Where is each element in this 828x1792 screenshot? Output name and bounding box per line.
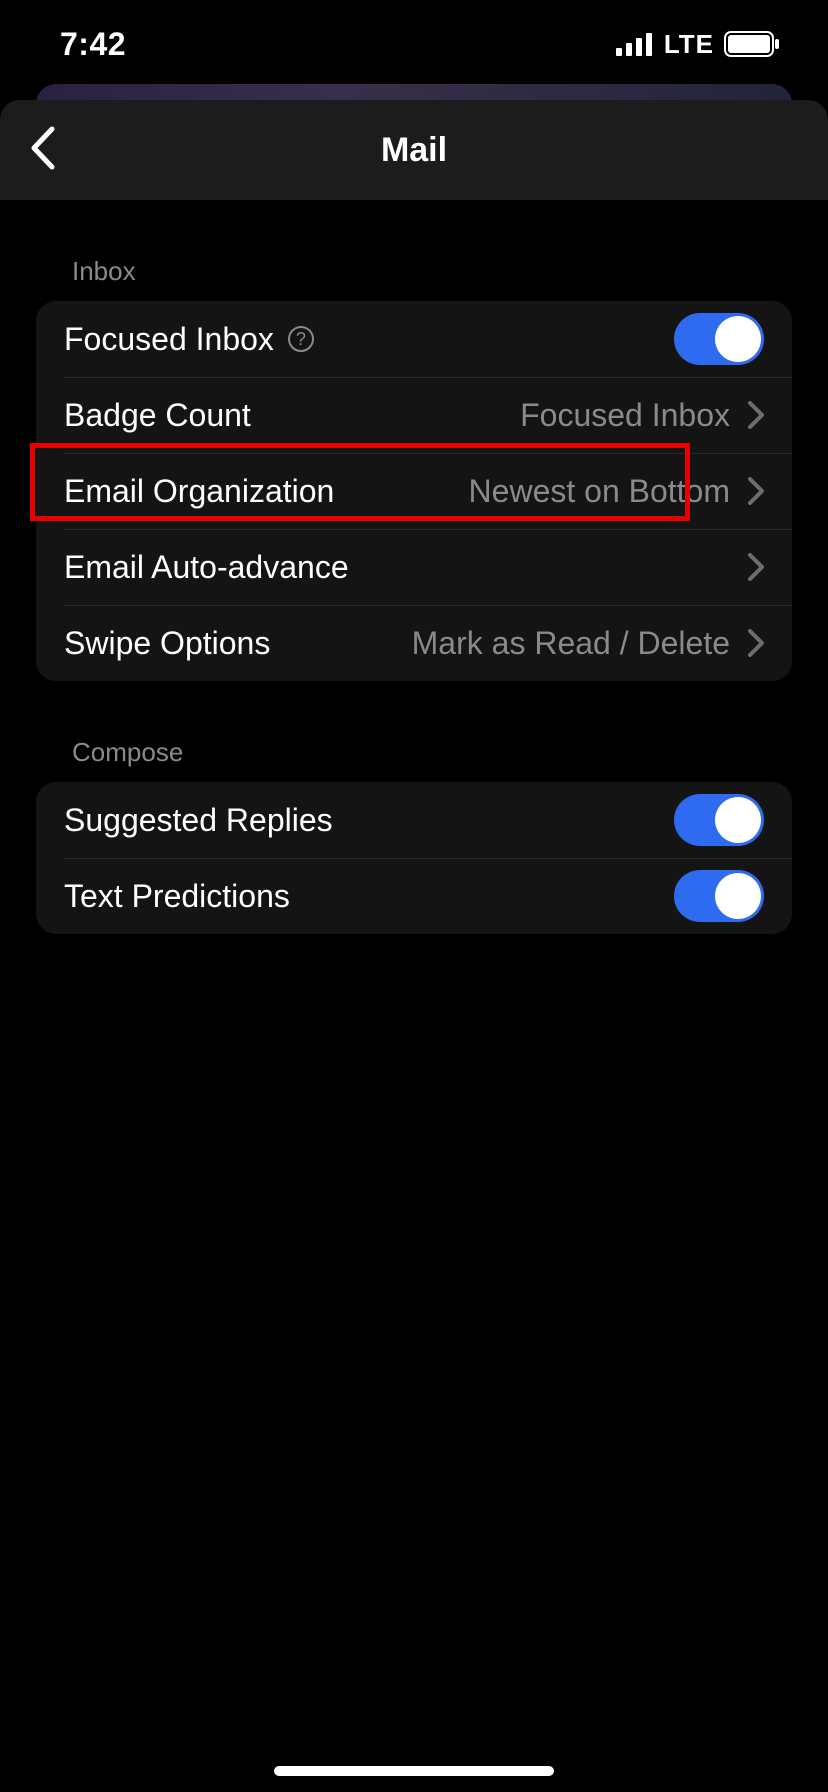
page-title: Mail: [0, 131, 828, 170]
chevron-left-icon: [28, 125, 58, 171]
email-organization-row[interactable]: Email Organization Newest on Bottom: [36, 453, 792, 529]
text-predictions-label: Text Predictions: [64, 878, 290, 915]
section-header-compose: Compose: [72, 737, 828, 768]
focused-inbox-toggle[interactable]: [674, 313, 764, 365]
focused-inbox-row[interactable]: Focused Inbox ?: [36, 301, 792, 377]
email-auto-advance-label: Email Auto-advance: [64, 549, 349, 586]
badge-count-value: Focused Inbox: [520, 397, 730, 434]
status-indicators: LTE: [616, 29, 780, 60]
cellular-icon: [616, 32, 654, 56]
email-organization-label: Email Organization: [64, 473, 334, 510]
email-auto-advance-row[interactable]: Email Auto-advance: [36, 529, 792, 605]
chevron-right-icon: [748, 629, 764, 657]
text-predictions-toggle[interactable]: [674, 870, 764, 922]
network-label: LTE: [664, 29, 714, 60]
header-bar: Mail: [0, 100, 828, 200]
email-organization-value: Newest on Bottom: [469, 473, 730, 510]
badge-count-row[interactable]: Badge Count Focused Inbox: [36, 377, 792, 453]
back-button[interactable]: [28, 125, 58, 176]
battery-icon: [724, 31, 780, 57]
swipe-options-row[interactable]: Swipe Options Mark as Read / Delete: [36, 605, 792, 681]
suggested-replies-row[interactable]: Suggested Replies: [36, 782, 792, 858]
chevron-right-icon: [748, 401, 764, 429]
chevron-right-icon: [748, 477, 764, 505]
home-indicator[interactable]: [274, 1766, 554, 1776]
compose-group: Suggested Replies Text Predictions: [36, 782, 792, 934]
inbox-group: Focused Inbox ? Badge Count Focused Inbo…: [36, 301, 792, 681]
status-bar: 7:42 LTE: [0, 0, 828, 88]
swipe-options-label: Swipe Options: [64, 625, 270, 662]
badge-count-label: Badge Count: [64, 397, 251, 434]
settings-sheet: Mail Inbox Focused Inbox ? Badge Count F…: [0, 100, 828, 1792]
suggested-replies-label: Suggested Replies: [64, 802, 333, 839]
focused-inbox-label: Focused Inbox: [64, 321, 274, 358]
help-icon[interactable]: ?: [288, 326, 314, 352]
suggested-replies-toggle[interactable]: [674, 794, 764, 846]
text-predictions-row[interactable]: Text Predictions: [36, 858, 792, 934]
status-time: 7:42: [60, 26, 126, 63]
content: Inbox Focused Inbox ? Badge Count Focuse…: [0, 200, 828, 934]
chevron-right-icon: [748, 553, 764, 581]
swipe-options-value: Mark as Read / Delete: [412, 625, 730, 662]
section-header-inbox: Inbox: [72, 256, 828, 287]
